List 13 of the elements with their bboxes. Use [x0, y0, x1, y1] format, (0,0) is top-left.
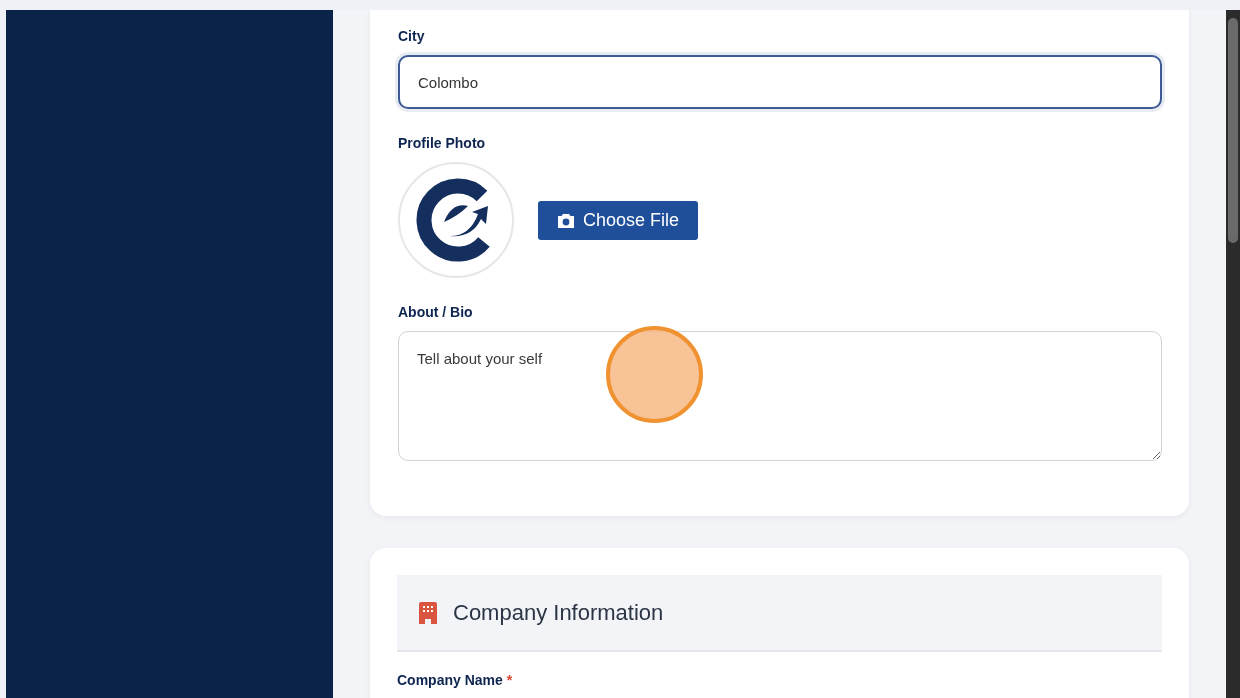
required-mark: *	[506, 671, 513, 690]
bio-textarea[interactable]: Tell about your self	[398, 331, 1162, 461]
choose-file-button[interactable]: Choose File	[538, 200, 699, 240]
field-label: Company Name	[397, 671, 503, 690]
field-label: Profile Photo	[398, 134, 487, 153]
field-label: City	[398, 27, 426, 46]
section-title: Company Information	[453, 599, 664, 627]
field-label: About / Bio	[398, 303, 474, 322]
scrollbar[interactable]	[1226, 10, 1240, 698]
scrollbar-thumb[interactable]	[1228, 18, 1238, 243]
camera-icon	[557, 212, 575, 228]
city-input[interactable]: Colombo	[398, 55, 1162, 109]
building-icon	[419, 601, 437, 624]
